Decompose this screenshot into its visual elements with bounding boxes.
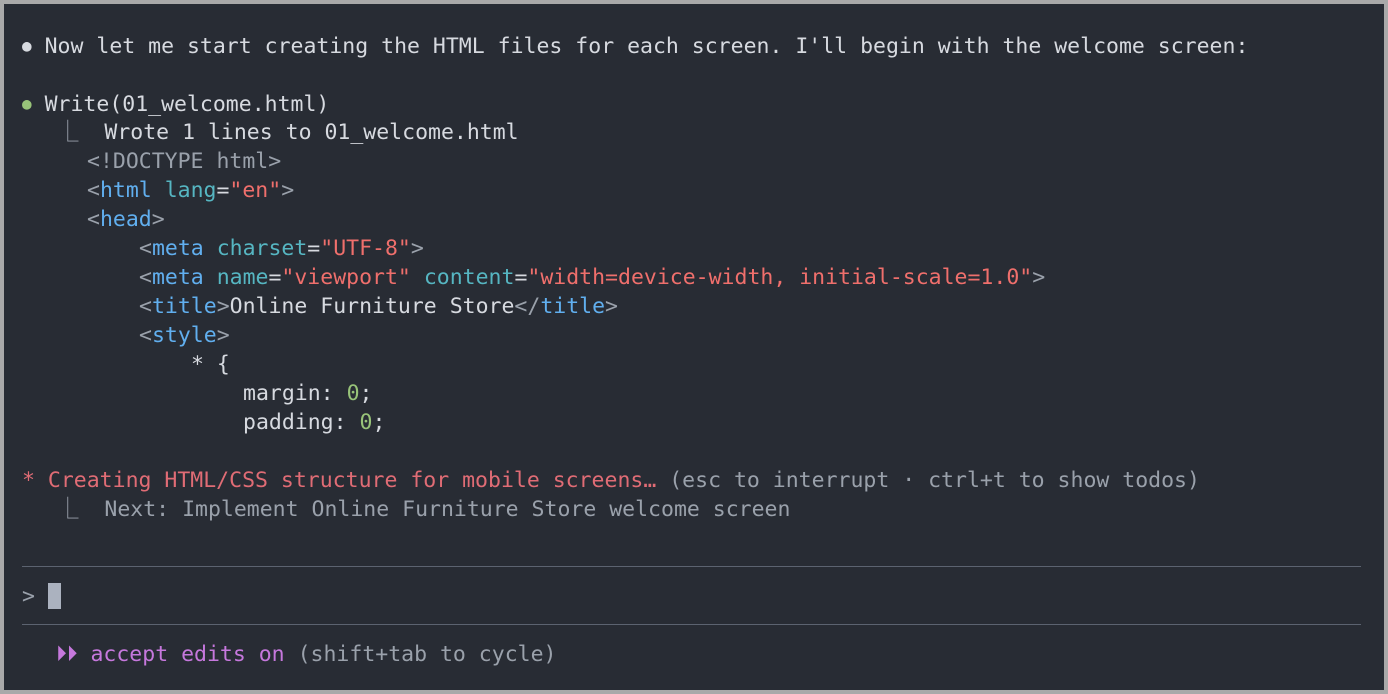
divider-bottom <box>22 624 1361 625</box>
code-token: <!DOCTYPE html> <box>87 149 282 174</box>
code-token: "viewport" <box>281 265 411 290</box>
code-token: meta <box>151 265 204 290</box>
code-line: * { <box>191 350 230 379</box>
tool-call-text: Write(01_welcome.html) <box>44 92 330 117</box>
code-token: "en" <box>229 178 282 203</box>
intro-message: ● Now let me start creating the HTML fil… <box>22 31 1248 60</box>
code-line: <style> <box>139 321 230 350</box>
code-token: < <box>139 236 152 261</box>
code-line: <title>Online Furniture Store</title> <box>139 292 618 321</box>
code-token: meta <box>151 236 204 261</box>
prompt-input[interactable]: > <box>22 582 61 611</box>
code-token: head <box>99 207 152 232</box>
text-cursor <box>47 583 61 609</box>
code-token: < <box>87 207 100 232</box>
intro-text: Now let me start creating the HTML files… <box>44 34 1249 59</box>
tool-result: ⎿ Wrote 1 lines to 01_welcome.html <box>57 118 519 147</box>
tool-call: ● Write(01_welcome.html) <box>22 89 329 118</box>
status-activity: Creating HTML/CSS structure for mobile s… <box>47 468 657 493</box>
terminal-window: ● Now let me start creating the HTML fil… <box>4 4 1384 690</box>
tool-status-dot-icon: ● <box>22 94 32 113</box>
code-line: <!DOCTYPE html> <box>87 147 281 176</box>
code-token: < <box>139 265 152 290</box>
code-token: name <box>216 265 269 290</box>
code-token: < <box>87 178 100 203</box>
mode-indicator[interactable]: ⏵⏵ accept edits on (shift+tab to cycle) <box>56 640 556 669</box>
code-token: lang <box>164 178 217 203</box>
code-token: 0 <box>346 381 360 406</box>
code-token: > <box>1032 265 1046 290</box>
code-token: content <box>423 265 515 290</box>
code-token: > <box>216 294 230 319</box>
code-token: title <box>151 294 217 319</box>
code-token: = <box>307 236 321 261</box>
code-line: margin: 0; <box>243 379 372 408</box>
code-token: = <box>216 178 230 203</box>
code-token: padding: <box>243 410 360 435</box>
next-todo-text: Next: Implement Online Furniture Store w… <box>104 497 791 522</box>
divider-top <box>22 566 1361 567</box>
tool-result-text: Wrote 1 lines to 01_welcome.html <box>104 120 519 145</box>
code-token: title <box>540 294 606 319</box>
message-bullet-icon: ● <box>22 36 32 55</box>
code-token: < <box>139 323 152 348</box>
code-token: ; <box>359 381 373 406</box>
code-token: html <box>99 178 152 203</box>
code-token: > <box>151 207 165 232</box>
code-token: 0 <box>359 410 373 435</box>
code-token: Online Furniture Store <box>229 294 515 319</box>
fast-forward-icon: ⏵⏵ <box>56 642 78 667</box>
code-token: > <box>410 236 424 261</box>
code-line: <html lang="en"> <box>87 176 294 205</box>
prompt-symbol: > <box>22 584 35 609</box>
mode-hint: (shift+tab to cycle) <box>297 642 557 667</box>
code-token: < <box>139 294 152 319</box>
code-token: "width=device-width, initial-scale=1.0" <box>527 265 1033 290</box>
code-token: charset <box>216 236 308 261</box>
status-hint: (esc to interrupt · ctrl+t to show todos… <box>669 468 1200 493</box>
code-token: > <box>605 294 618 319</box>
code-token: = <box>268 265 282 290</box>
code-line: <head> <box>87 205 165 234</box>
code-token: > <box>216 323 230 348</box>
code-token: > <box>281 178 295 203</box>
code-line: <meta charset="UTF-8"> <box>139 234 424 263</box>
status-line: * Creating HTML/CSS structure for mobile… <box>22 466 1200 495</box>
spinner-icon: * <box>22 468 35 493</box>
code-token: style <box>151 323 217 348</box>
mode-label: accept edits on <box>90 642 285 667</box>
code-token: </ <box>514 294 541 319</box>
code-token: * { <box>191 352 230 377</box>
code-token: margin: <box>243 381 347 406</box>
code-line: <meta name="viewport" content="width=dev… <box>139 263 1045 292</box>
code-line: padding: 0; <box>243 408 385 437</box>
code-token: "UTF-8" <box>320 236 411 261</box>
next-todo: ⎿ Next: Implement Online Furniture Store… <box>57 495 790 524</box>
code-token: = <box>514 265 528 290</box>
result-branch-icon: ⎿ <box>57 120 79 145</box>
next-branch-icon: ⎿ <box>57 497 79 522</box>
code-token: ; <box>372 410 386 435</box>
